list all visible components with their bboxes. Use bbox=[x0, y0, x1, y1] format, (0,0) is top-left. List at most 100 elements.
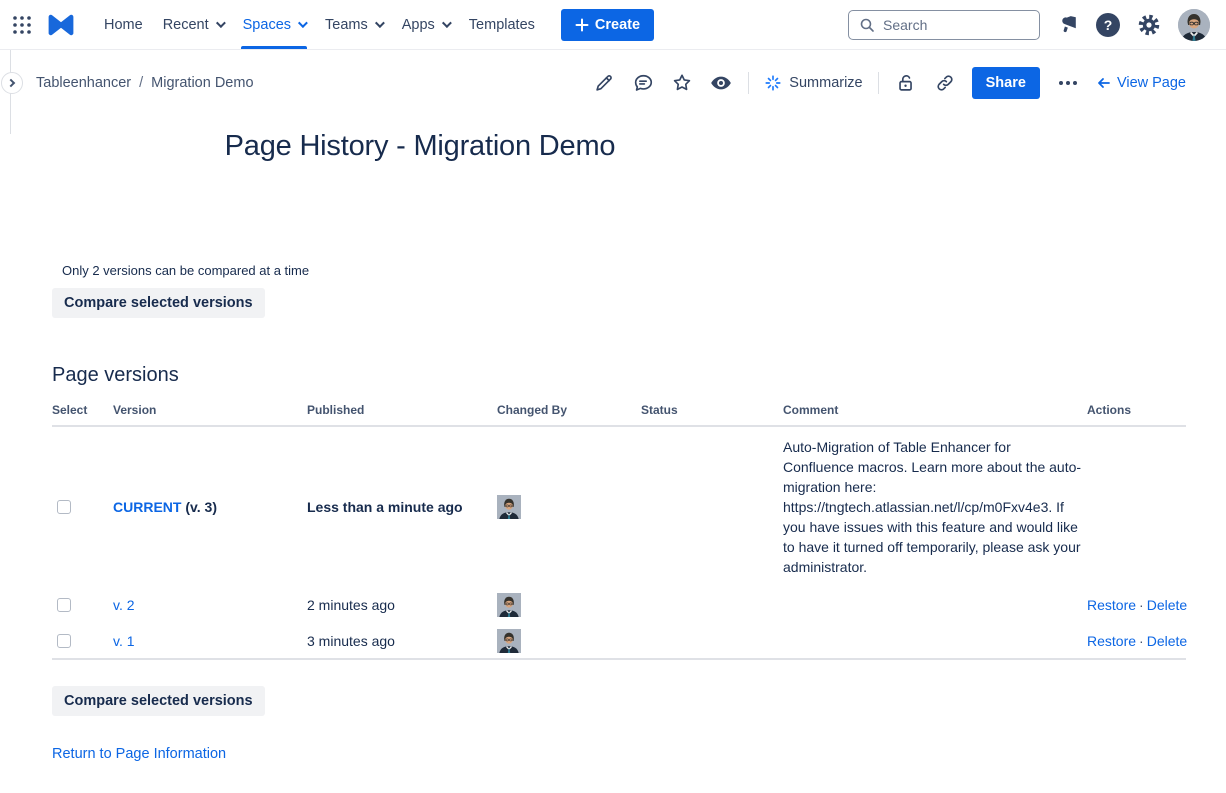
nav-item-apps[interactable]: Apps bbox=[392, 0, 459, 49]
actions-cell bbox=[1087, 426, 1186, 587]
main-content: Page History - Migration Demo Only 2 ver… bbox=[0, 130, 1226, 763]
nav-item-label: Templates bbox=[469, 17, 535, 33]
breadcrumb-page-link[interactable]: Migration Demo bbox=[151, 75, 253, 91]
page-versions-heading: Page versions bbox=[52, 364, 1186, 387]
delete-link[interactable]: Delete bbox=[1147, 633, 1187, 649]
version-comment bbox=[783, 623, 1087, 659]
create-button-label: Create bbox=[595, 17, 640, 33]
compare-selected-versions-button-bottom[interactable]: Compare selected versions bbox=[52, 686, 265, 716]
confluence-logo-icon[interactable] bbox=[46, 13, 76, 37]
column-header-version: Version bbox=[113, 389, 307, 426]
compare-note: Only 2 versions can be compared at a tim… bbox=[62, 263, 1186, 278]
column-header-changed-by: Changed By bbox=[497, 389, 641, 426]
actions-cell: Restore·Delete bbox=[1087, 587, 1186, 623]
nav-item-label: Apps bbox=[402, 17, 435, 33]
return-to-page-information-link[interactable]: Return to Page Information bbox=[52, 746, 226, 762]
table-row-version-1: v. 1 3 minutes ago bbox=[52, 623, 1186, 659]
action-separator: · bbox=[1136, 597, 1147, 613]
nav-item-home[interactable]: Home bbox=[94, 0, 153, 49]
toolbar-divider bbox=[748, 72, 749, 94]
version-link-v1[interactable]: v. 1 bbox=[113, 633, 135, 649]
nav-item-templates[interactable]: Templates bbox=[459, 0, 545, 49]
edit-pencil-icon[interactable] bbox=[592, 71, 616, 95]
table-header-row: Select Version Published Changed By Stat… bbox=[52, 389, 1186, 426]
top-navigation-bar: Home Recent Spaces Teams Apps Templates … bbox=[0, 0, 1226, 50]
nav-item-spaces[interactable]: Spaces bbox=[233, 0, 315, 49]
left-arrow-icon bbox=[1096, 75, 1112, 91]
version-link-v2[interactable]: v. 2 bbox=[113, 597, 135, 613]
column-header-select: Select bbox=[52, 389, 113, 426]
feedback-megaphone-icon[interactable] bbox=[1057, 14, 1079, 36]
chevron-down-icon bbox=[298, 18, 308, 28]
page-title: Page History - Migration Demo bbox=[52, 130, 788, 163]
published-time: 2 minutes ago bbox=[307, 587, 497, 623]
sidebar-expand-button[interactable] bbox=[1, 72, 23, 94]
select-version-checkbox[interactable] bbox=[57, 500, 71, 514]
action-separator: · bbox=[1136, 633, 1147, 649]
changed-by-avatar[interactable] bbox=[497, 593, 641, 617]
app-switcher-icon[interactable] bbox=[12, 15, 32, 35]
help-icon[interactable]: ? bbox=[1096, 13, 1120, 37]
summarize-button[interactable]: Summarize bbox=[764, 74, 862, 92]
nav-item-label: Home bbox=[104, 17, 143, 33]
changed-by-avatar[interactable] bbox=[497, 629, 641, 653]
view-page-label: View Page bbox=[1117, 75, 1186, 91]
nav-item-recent[interactable]: Recent bbox=[153, 0, 233, 49]
chevron-down-icon bbox=[216, 18, 226, 28]
search-input[interactable] bbox=[883, 17, 1013, 33]
toolbar-divider bbox=[878, 72, 879, 94]
delete-link[interactable]: Delete bbox=[1147, 597, 1187, 613]
help-glyph: ? bbox=[1104, 17, 1113, 33]
column-header-comment: Comment bbox=[783, 389, 1087, 426]
table-row-version-2: v. 2 2 minutes ago bbox=[52, 587, 1186, 623]
unlock-restrictions-icon[interactable] bbox=[894, 71, 918, 95]
copy-link-icon[interactable] bbox=[933, 71, 957, 95]
comment-icon[interactable] bbox=[631, 71, 655, 95]
select-version-checkbox[interactable] bbox=[57, 598, 71, 612]
create-button[interactable]: Create bbox=[561, 9, 654, 41]
ai-sparkle-icon bbox=[764, 74, 782, 92]
select-version-checkbox[interactable] bbox=[57, 634, 71, 648]
user-avatar[interactable] bbox=[1178, 9, 1210, 41]
published-time: 3 minutes ago bbox=[307, 623, 497, 659]
actions-cell: Restore·Delete bbox=[1087, 623, 1186, 659]
search-icon bbox=[859, 17, 875, 33]
version-comment bbox=[783, 587, 1087, 623]
chevron-down-icon bbox=[375, 18, 385, 28]
page-toolbar: Summarize Share View Page bbox=[592, 67, 1186, 99]
status-cell bbox=[641, 587, 783, 623]
breadcrumb: Tableenhancer / Migration Demo bbox=[36, 75, 254, 91]
breadcrumb-toolbar-row: Tableenhancer / Migration Demo bbox=[0, 60, 1226, 106]
published-time: Less than a minute ago bbox=[307, 426, 497, 587]
restore-link[interactable]: Restore bbox=[1087, 633, 1136, 649]
search-box[interactable] bbox=[848, 10, 1040, 40]
status-cell bbox=[641, 426, 783, 587]
column-header-published: Published bbox=[307, 389, 497, 426]
version-number-suffix: (v. 3) bbox=[181, 499, 217, 515]
nav-item-teams[interactable]: Teams bbox=[315, 0, 392, 49]
version-link-current[interactable]: CURRENT bbox=[113, 499, 181, 515]
nav-item-label: Spaces bbox=[243, 17, 291, 33]
more-icon[interactable] bbox=[1055, 77, 1081, 89]
changed-by-avatar[interactable] bbox=[497, 495, 641, 519]
column-header-status: Status bbox=[641, 389, 783, 426]
nav-item-label: Recent bbox=[163, 17, 209, 33]
page-versions-table: Select Version Published Changed By Stat… bbox=[52, 389, 1186, 660]
nav-item-label: Teams bbox=[325, 17, 368, 33]
column-header-actions: Actions bbox=[1087, 389, 1186, 426]
summarize-label: Summarize bbox=[789, 75, 862, 91]
plus-icon bbox=[575, 18, 589, 32]
view-page-link[interactable]: View Page bbox=[1096, 75, 1186, 91]
share-button[interactable]: Share bbox=[972, 67, 1040, 99]
watch-eye-icon[interactable] bbox=[709, 71, 733, 95]
restore-link[interactable]: Restore bbox=[1087, 597, 1136, 613]
breadcrumb-space-link[interactable]: Tableenhancer bbox=[36, 75, 131, 91]
status-cell bbox=[641, 623, 783, 659]
chevron-down-icon bbox=[442, 18, 452, 28]
favorite-star-icon[interactable] bbox=[670, 71, 694, 95]
compare-selected-versions-button-top[interactable]: Compare selected versions bbox=[52, 288, 265, 318]
breadcrumb-separator: / bbox=[139, 75, 143, 91]
version-comment: Auto-Migration of Table Enhancer for Con… bbox=[783, 426, 1087, 587]
table-row-version-3: CURRENT (v. 3) Less than a minute ago bbox=[52, 426, 1186, 587]
settings-gear-icon[interactable] bbox=[1137, 13, 1161, 37]
